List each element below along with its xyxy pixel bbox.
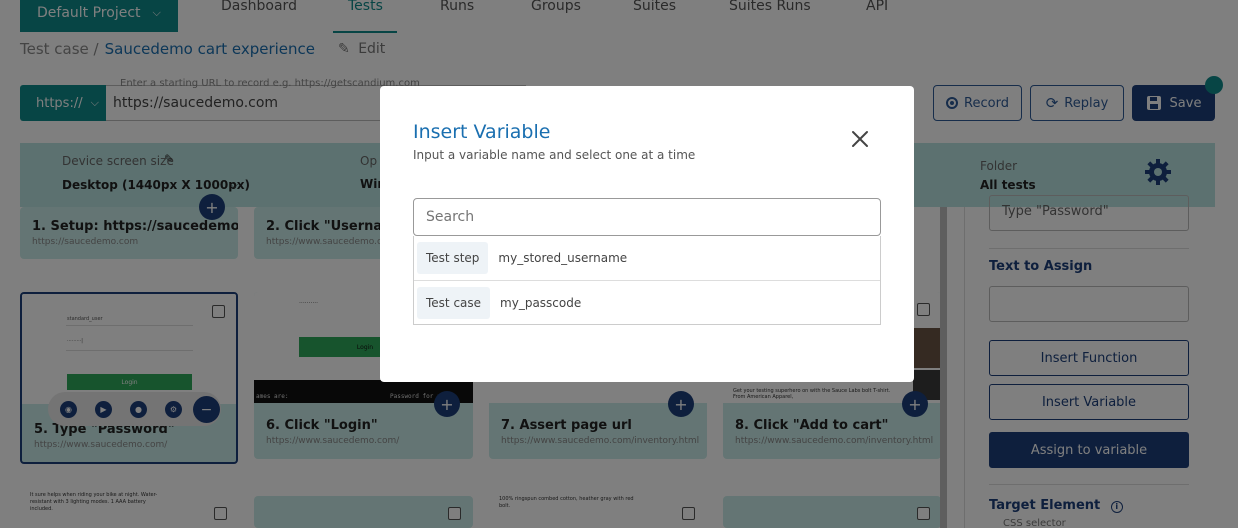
variable-name: my_stored_username (498, 251, 628, 265)
modal-title: Insert Variable (413, 121, 551, 143)
variable-search-input[interactable] (413, 198, 881, 236)
variable-row[interactable]: Test case my_passcode (414, 280, 880, 324)
close-icon[interactable] (848, 127, 872, 151)
variable-name: my_passcode (500, 295, 582, 310)
variable-scope-badge: Test step (417, 242, 489, 274)
variable-row[interactable]: Test step my_stored_username (414, 236, 880, 280)
variable-list: Test step my_stored_username Test case m… (413, 236, 881, 325)
modal-subtitle: Input a variable name and select one at … (413, 148, 696, 162)
insert-variable-modal: Insert Variable Input a variable name an… (380, 86, 914, 382)
variable-scope-badge: Test case (417, 286, 491, 319)
